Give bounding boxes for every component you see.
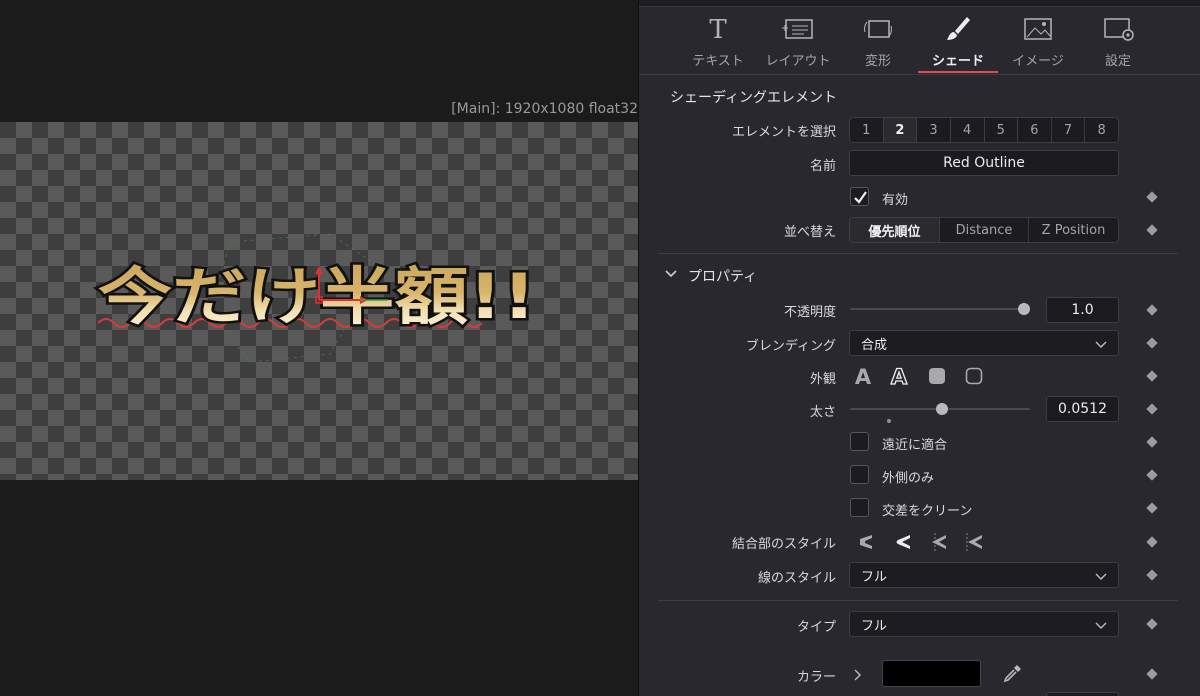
next-field-edge bbox=[1046, 692, 1119, 696]
perspective-checkbox[interactable] bbox=[850, 432, 869, 451]
active-tab-indicator bbox=[918, 71, 998, 73]
thickness-slider[interactable] bbox=[850, 402, 1030, 416]
blending-value: 合成 bbox=[861, 337, 888, 353]
tab-label: レイアウト bbox=[765, 54, 831, 69]
blending-dropdown[interactable]: 合成 bbox=[849, 330, 1119, 356]
checkmark-icon bbox=[854, 191, 867, 204]
sort-distance-button[interactable]: Distance bbox=[940, 218, 1029, 242]
chevron-right-icon[interactable] bbox=[851, 667, 865, 686]
chevron-down-icon[interactable] bbox=[664, 266, 678, 285]
blending-label: ブレンディング bbox=[745, 339, 836, 354]
thickness-slider-knob[interactable] bbox=[936, 403, 948, 415]
line-style-dropdown[interactable]: フル bbox=[849, 562, 1119, 588]
element-name-field[interactable]: Red Outline bbox=[849, 150, 1119, 176]
tab-label: シェード bbox=[931, 54, 984, 69]
tab-layout[interactable]: レイアウト bbox=[758, 10, 838, 72]
sort-priority-button[interactable]: 優先順位 bbox=[850, 218, 940, 242]
svg-text:A: A bbox=[891, 365, 908, 387]
enabled-label: 有効 bbox=[882, 193, 909, 208]
element-selector: 1 2 3 4 5 6 7 8 bbox=[849, 117, 1119, 143]
perspective-label: 遠近に適合 bbox=[882, 438, 948, 453]
miter-outline-join-icon[interactable] bbox=[962, 531, 984, 557]
tab-label: 変形 bbox=[864, 54, 891, 69]
tab-transform[interactable]: 変形 bbox=[838, 10, 918, 72]
color-swatch[interactable] bbox=[882, 660, 981, 687]
svg-text:A: A bbox=[855, 365, 872, 387]
chevron-down-icon bbox=[1095, 622, 1107, 629]
viewer-panel: [Main]: 1920x1080 float32 今だけ半額!! bbox=[0, 0, 638, 696]
name-label: 名前 bbox=[809, 159, 836, 174]
chevron-down-icon bbox=[1095, 341, 1107, 348]
sort-label: 並べ替え bbox=[783, 225, 836, 240]
thickness-field[interactable]: 0.0512 bbox=[1046, 396, 1119, 422]
opacity-slider-knob[interactable] bbox=[1018, 303, 1030, 315]
element-1-button[interactable]: 1 bbox=[850, 118, 884, 142]
tab-label: 設定 bbox=[1104, 54, 1131, 69]
line-style-value: フル bbox=[861, 569, 888, 585]
element-7-button[interactable]: 7 bbox=[1052, 118, 1086, 142]
layout-icon bbox=[758, 14, 838, 44]
settings-icon bbox=[1078, 14, 1158, 44]
outside-only-label: 外側のみ bbox=[882, 471, 935, 486]
properties-section-title: プロパティ bbox=[688, 269, 758, 285]
appearance-label: 外観 bbox=[809, 372, 836, 387]
text-outline-icon[interactable]: A bbox=[888, 364, 910, 391]
tab-label: テキスト bbox=[692, 54, 744, 69]
tab-label: イメージ bbox=[1012, 54, 1064, 69]
bevel-join-icon[interactable] bbox=[856, 531, 876, 557]
brush-icon bbox=[918, 14, 998, 44]
clean-intersections-label: 交差をクリーン bbox=[882, 504, 973, 519]
clean-intersections-checkbox[interactable] bbox=[850, 498, 869, 517]
text-icon: T bbox=[678, 14, 758, 45]
image-icon bbox=[998, 14, 1078, 44]
element-3-button[interactable]: 3 bbox=[917, 118, 951, 142]
element-select-label: エレメントを選択 bbox=[731, 125, 836, 140]
element-5-button[interactable]: 5 bbox=[985, 118, 1019, 142]
line-style-label: 線のスタイル bbox=[757, 571, 836, 586]
tab-text[interactable]: T テキスト bbox=[678, 10, 758, 72]
opacity-label: 不透明度 bbox=[783, 305, 836, 320]
element-6-button[interactable]: 6 bbox=[1018, 118, 1052, 142]
type-value: フル bbox=[861, 618, 888, 634]
element-2-button[interactable]: 2 bbox=[883, 118, 918, 142]
section-divider bbox=[658, 600, 1178, 601]
section-divider bbox=[658, 253, 1178, 254]
opacity-field[interactable]: 1.0 bbox=[1046, 297, 1119, 323]
slider-default-marker bbox=[887, 419, 891, 423]
opacity-slider-track bbox=[850, 308, 1030, 310]
tab-shade[interactable]: シェード bbox=[918, 10, 998, 72]
viewer-resolution-label: [Main]: 1920x1080 float32 bbox=[451, 101, 638, 117]
tab-image[interactable]: イメージ bbox=[998, 10, 1078, 72]
rounded-square-outline-icon[interactable] bbox=[964, 366, 984, 390]
chevron-down-icon bbox=[1095, 573, 1107, 580]
rounded-square-filled-icon[interactable] bbox=[927, 366, 947, 390]
shading-section-title: シェーディングエレメント bbox=[670, 90, 838, 106]
sort-selector: 優先順位 Distance Z Position bbox=[849, 217, 1119, 243]
miter-join-icon[interactable] bbox=[926, 531, 948, 557]
tab-settings[interactable]: 設定 bbox=[1078, 10, 1158, 72]
round-join-icon[interactable] bbox=[893, 531, 913, 557]
eyedropper-icon[interactable] bbox=[1002, 662, 1024, 688]
text-solid-icon[interactable]: A bbox=[852, 365, 874, 391]
sort-zposition-button[interactable]: Z Position bbox=[1029, 218, 1118, 242]
outside-only-checkbox[interactable] bbox=[850, 465, 869, 484]
color-label: カラー bbox=[796, 670, 836, 685]
element-8-button[interactable]: 8 bbox=[1085, 118, 1118, 142]
join-style-label: 結合部のスタイル bbox=[731, 537, 836, 552]
type-label: タイプ bbox=[796, 620, 836, 635]
canvas-overlay: 今だけ半額!! bbox=[96, 233, 539, 363]
enabled-checkbox[interactable] bbox=[850, 187, 869, 206]
transform-icon bbox=[838, 14, 918, 44]
thickness-label: 太さ bbox=[809, 405, 836, 420]
viewer-canvas[interactable]: 今だけ半額!! bbox=[0, 122, 638, 480]
svg-text:T: T bbox=[709, 15, 727, 44]
element-4-button[interactable]: 4 bbox=[951, 118, 985, 142]
type-dropdown[interactable]: フル bbox=[849, 611, 1119, 637]
opacity-slider[interactable] bbox=[850, 302, 1030, 316]
